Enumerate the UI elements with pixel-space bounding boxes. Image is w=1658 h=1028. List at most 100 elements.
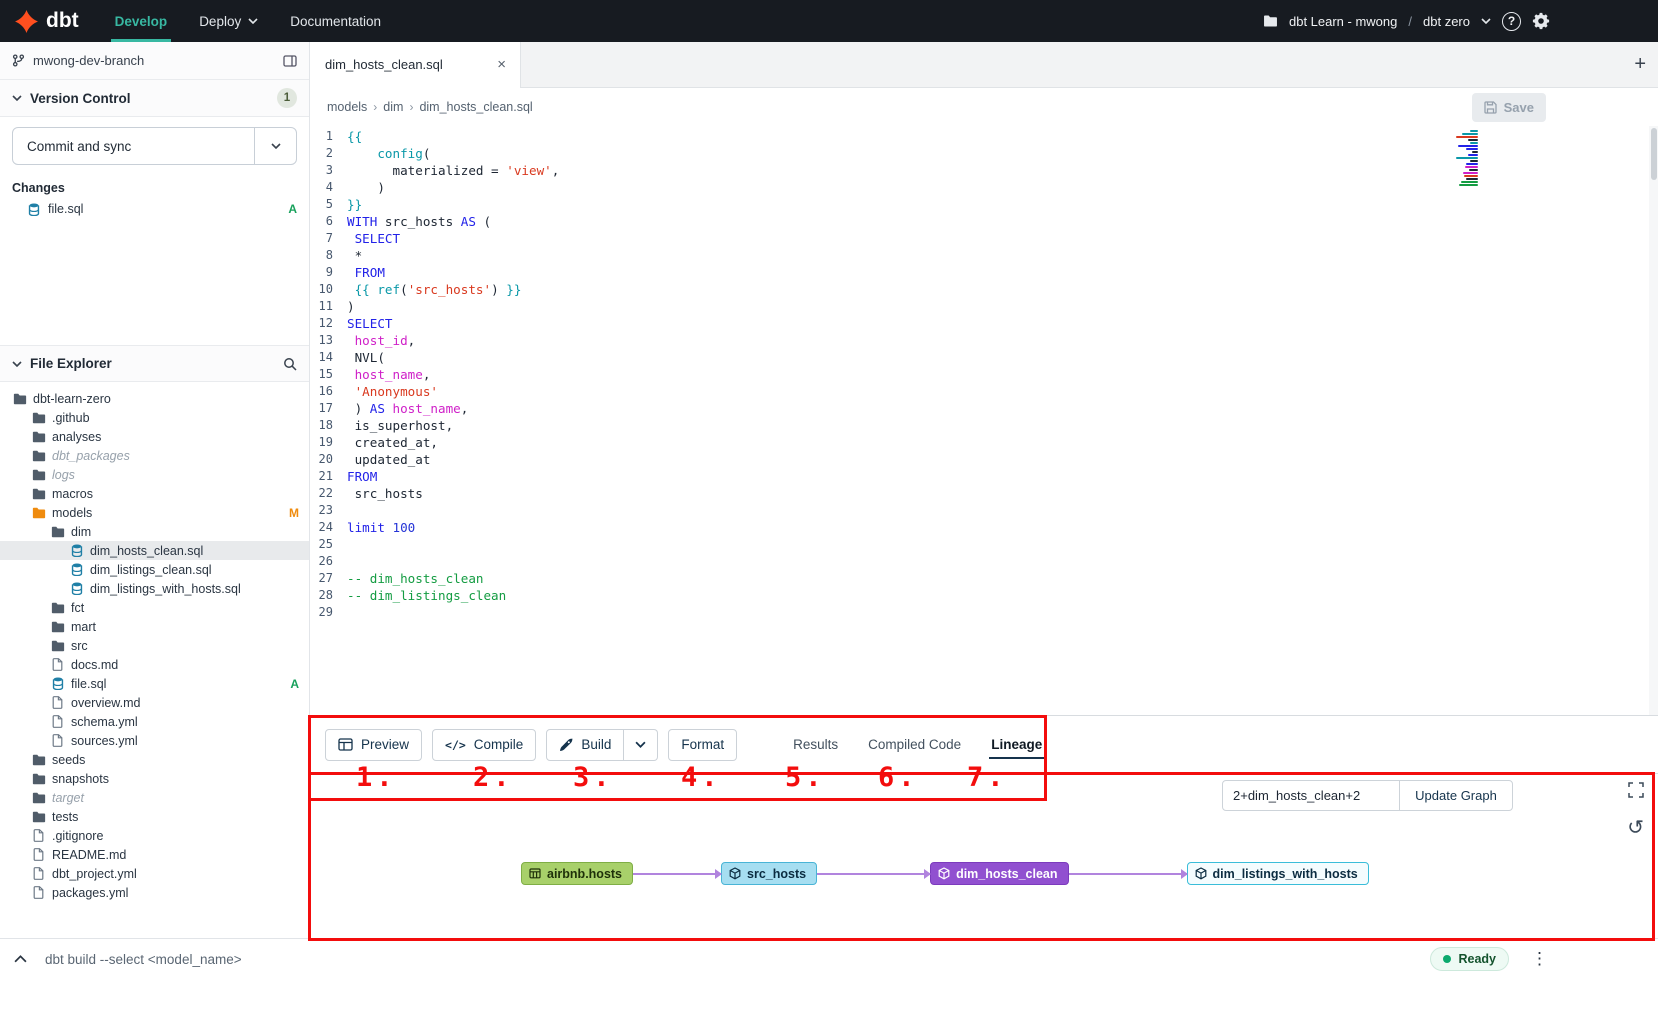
build-button[interactable]: Build [546,729,624,761]
update-graph-button[interactable]: Update Graph [1399,780,1513,811]
tree-item-sources.yml[interactable]: sources.yml [0,731,309,750]
code-line-6[interactable]: 6WITH src_hosts AS ( [311,213,1658,230]
tree-item-dbt-learn-zero[interactable]: dbt-learn-zero [0,389,309,408]
gear-icon[interactable] [1532,12,1550,30]
code-line-17[interactable]: 17 ) AS host_name, [311,400,1658,417]
scrollbar-thumb[interactable] [1651,128,1657,180]
code-line-19[interactable]: 19 created_at, [311,434,1658,451]
tree-item-.github[interactable]: .github [0,408,309,427]
lineage-selector-input[interactable]: 2+dim_hosts_clean+2 [1222,780,1400,811]
panel-layout-icon[interactable] [283,55,297,67]
nav-documentation[interactable]: Documentation [274,0,397,42]
tree-item-dim_listings_clean.sql[interactable]: dim_listings_clean.sql [0,560,309,579]
help-icon[interactable]: ? [1502,12,1521,31]
tree-item-logs[interactable]: logs [0,465,309,484]
search-icon[interactable] [283,357,297,371]
tree-item-label: packages.yml [52,886,128,900]
version-control-header[interactable]: Version Control 1 [0,80,309,117]
fullscreen-icon[interactable] [1628,782,1644,798]
minimap[interactable] [1448,129,1478,187]
lineage-node-src_hosts[interactable]: src_hosts [721,862,817,885]
code-line-9[interactable]: 9 FROM [311,264,1658,281]
tree-item-dbt_project.yml[interactable]: dbt_project.yml [0,864,309,883]
tab-dim-hosts-clean[interactable]: dim_hosts_clean.sql × [311,42,521,87]
tree-item-snapshots[interactable]: snapshots [0,769,309,788]
tree-item-dim[interactable]: dim [0,522,309,541]
code-line-20[interactable]: 20 updated_at [311,451,1658,468]
file-explorer-header[interactable]: File Explorer [0,345,309,382]
code-line-14[interactable]: 14 NVL( [311,349,1658,366]
tree-item-docs.md[interactable]: docs.md [0,655,309,674]
code-line-10[interactable]: 10 {{ ref('src_hosts') }} [311,281,1658,298]
tree-item-seeds[interactable]: seeds [0,750,309,769]
code-line-15[interactable]: 15 host_name, [311,366,1658,383]
lineage-node-dim_hosts_clean[interactable]: dim_hosts_clean [930,862,1068,885]
code-line-23[interactable]: 23 [311,502,1658,519]
build-options-chevron[interactable] [624,729,658,761]
tree-item-overview.md[interactable]: overview.md [0,693,309,712]
tree-item-src[interactable]: src [0,636,309,655]
code-line-27[interactable]: 27-- dim_hosts_clean [311,570,1658,587]
tree-item-dim_hosts_clean.sql[interactable]: dim_hosts_clean.sql [0,541,309,560]
lineage-node-airbnb.hosts[interactable]: airbnb.hosts [521,862,633,885]
code-line-21[interactable]: 21FROM [311,468,1658,485]
tree-item-macros[interactable]: macros [0,484,309,503]
code-line-24[interactable]: 24limit 100 [311,519,1658,536]
tree-item-target[interactable]: target [0,788,309,807]
close-icon[interactable]: × [497,56,506,73]
tree-item-packages.yml[interactable]: packages.yml [0,883,309,902]
code-line-5[interactable]: 5}} [311,196,1658,213]
new-tab-button[interactable]: + [1634,53,1646,76]
code-line-22[interactable]: 22 src_hosts [311,485,1658,502]
compile-button[interactable]: </> Compile [432,729,536,761]
chevron-down-icon[interactable] [1481,18,1491,24]
tree-item-dim_listings_with_hosts.sql[interactable]: dim_listings_with_hosts.sql [0,579,309,598]
kebab-menu-icon[interactable]: ⋮ [1531,949,1548,969]
command-input[interactable]: dbt build --select <model_name> [45,952,242,967]
tree-item-models[interactable]: modelsM [0,503,309,522]
tree-item-.gitignore[interactable]: .gitignore [0,826,309,845]
code-line-25[interactable]: 25 [311,536,1658,553]
tree-item-schema.yml[interactable]: schema.yml [0,712,309,731]
code-line-29[interactable]: 29 [311,604,1658,621]
tree-item-fct[interactable]: fct [0,598,309,617]
preview-button[interactable]: Preview [325,729,422,761]
code-line-16[interactable]: 16 'Anonymous' [311,383,1658,400]
code-line-26[interactable]: 26 [311,553,1658,570]
nav-develop[interactable]: Develop [99,0,184,42]
tree-item-analyses[interactable]: analyses [0,427,309,446]
chevron-up-icon[interactable] [14,955,27,963]
breadcrumb-file[interactable]: dim_hosts_clean.sql [419,100,532,114]
code-line-18[interactable]: 18 is_superhost, [311,417,1658,434]
format-button[interactable]: Format [668,729,737,761]
code-line-7[interactable]: 7 SELECT [311,230,1658,247]
account-name[interactable]: dbt Learn - mwong [1289,14,1397,29]
tree-item-mart[interactable]: mart [0,617,309,636]
code-editor[interactable]: 1{{2 config(3 materialized = 'view',4 )5… [311,126,1658,715]
tab-results[interactable]: Results [783,716,848,773]
tab-compiled-code[interactable]: Compiled Code [858,716,971,773]
code-line-28[interactable]: 28-- dim_listings_clean [311,587,1658,604]
nav-deploy[interactable]: Deploy [183,0,274,42]
save-button[interactable]: Save [1472,93,1546,122]
code-line-11[interactable]: 11) [311,298,1658,315]
tree-item-tests[interactable]: tests [0,807,309,826]
editor-scrollbar[interactable] [1649,126,1658,715]
branch-row[interactable]: mwong-dev-branch [0,42,309,80]
commit-and-sync-button[interactable]: Commit and sync [12,127,297,165]
code-line-12[interactable]: 12SELECT [311,315,1658,332]
tree-item-README.md[interactable]: README.md [0,845,309,864]
commit-options-chevron[interactable] [254,128,296,164]
tree-item-file.sql[interactable]: file.sqlA [0,674,309,693]
breadcrumb-dim[interactable]: dim [383,100,403,114]
changed-file-row[interactable]: file.sql A [0,199,309,219]
code-line-13[interactable]: 13 host_id, [311,332,1658,349]
code-line-8[interactable]: 8 * [311,247,1658,264]
tree-item-dbt_packages[interactable]: dbt_packages [0,446,309,465]
project-name[interactable]: dbt zero [1423,14,1470,29]
breadcrumb-models[interactable]: models [327,100,367,114]
dbt-logo[interactable]: dbt [0,9,99,34]
reset-view-icon[interactable]: ↺ [1627,818,1644,838]
tab-lineage[interactable]: Lineage [981,716,1052,773]
lineage-node-dim_listings_with_hosts[interactable]: dim_listings_with_hosts [1187,862,1369,885]
